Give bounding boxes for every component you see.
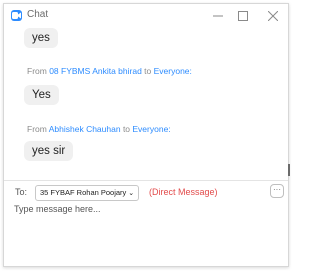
chevron-down-icon: ⌄: [128, 190, 135, 197]
window-title: Chat: [27, 9, 49, 20]
meta-to: to: [120, 124, 133, 134]
recipient-name[interactable]: Everyone:: [154, 66, 192, 76]
message-bubble: yes: [24, 28, 58, 48]
message-bubble: Yes: [24, 85, 59, 105]
sender-name[interactable]: Abhishek Chauhan: [49, 124, 121, 134]
meta-to: to: [141, 66, 154, 76]
zoom-chat-icon: [11, 10, 22, 21]
meta-prefix: From: [27, 66, 50, 76]
scrollbar-thumb[interactable]: [288, 164, 290, 176]
recipient-value: 35 FYBAF Rohan Poojary: [40, 188, 127, 197]
direct-message-label: (Direct Message): [149, 187, 218, 197]
recipient-name[interactable]: Everyone:: [132, 124, 170, 134]
message-list[interactable]: yes From 08 FYBMS Ankita bhirad to Every…: [4, 28, 288, 178]
message-meta: From 08 FYBMS Ankita bhirad to Everyone:: [27, 66, 192, 76]
message-bubble: yes sir: [24, 141, 74, 161]
sender-name[interactable]: 08 FYBMS Ankita bhirad: [49, 66, 142, 76]
chat-window: Chat yes From 08 FYBMS Ankita bhirad to …: [3, 3, 290, 267]
recipient-dropdown[interactable]: 35 FYBAF Rohan Poojary ⌄: [35, 185, 140, 201]
meta-prefix: From: [27, 124, 49, 134]
close-button[interactable]: [261, 7, 285, 25]
to-label: To:: [15, 187, 28, 197]
title-bar: Chat: [4, 4, 288, 30]
message-meta: From Abhishek Chauhan to Everyone:: [27, 124, 171, 134]
more-options-button[interactable]: ···: [270, 184, 284, 198]
minimize-button[interactable]: [206, 7, 230, 25]
composer-divider: [4, 180, 288, 181]
message-input[interactable]: [14, 204, 274, 254]
maximize-button[interactable]: [231, 7, 255, 25]
